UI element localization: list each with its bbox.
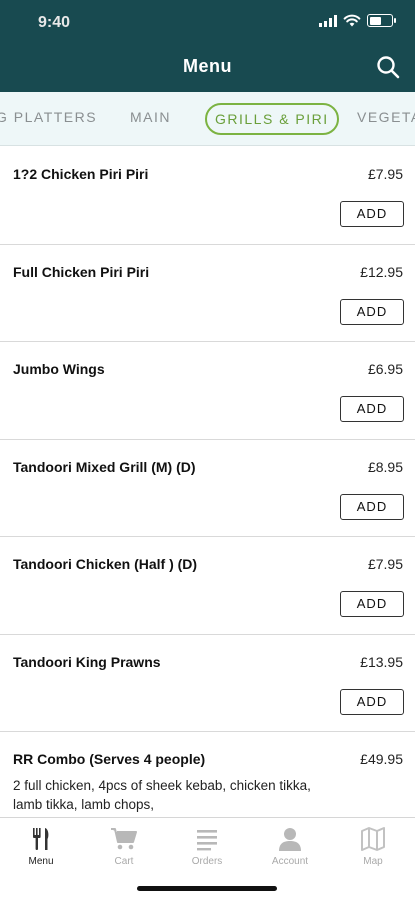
tab-main[interactable]: MAIN — [130, 109, 171, 125]
item-price: £13.95 — [360, 653, 403, 670]
menu-item[interactable]: Tandoori Chicken (Half ) (D) £7.95 ADD — [0, 537, 415, 635]
item-name: Jumbo Wings — [13, 361, 105, 377]
account-icon — [279, 828, 301, 851]
item-name: Tandoori King Prawns — [13, 653, 161, 670]
status-icons — [319, 14, 396, 27]
tabbar-menu[interactable]: Menu — [1, 824, 81, 867]
search-icon — [377, 56, 400, 79]
add-button[interactable]: ADD — [340, 493, 404, 520]
tab-grills-piri[interactable]: GRILLS & PIRI — [205, 103, 339, 135]
tab-vegetarian[interactable]: VEGETA — [357, 109, 415, 125]
app-header: 9:40 Menu — [0, 0, 415, 92]
menu-item[interactable]: Tandoori Mixed Grill (M) (D) £8.95 ADD — [0, 440, 415, 537]
item-name: 1?2 Chicken Piri Piri — [13, 166, 149, 182]
menu-item[interactable]: Tandoori King Prawns £13.95 ADD — [0, 635, 415, 732]
item-price: £6.95 — [367, 361, 403, 377]
cart-icon — [111, 828, 137, 850]
menu-item[interactable]: 1?2 Chicken Piri Piri £7.95 ADD — [0, 147, 415, 245]
item-name: Full Chicken Piri Piri — [13, 263, 150, 280]
home-indicator — [137, 886, 277, 891]
battery-icon — [367, 14, 396, 27]
item-price: £12.95 — [360, 263, 403, 280]
wifi-icon — [343, 14, 361, 27]
item-name: RR Combo (Serves 4 people) — [13, 751, 206, 767]
add-button[interactable]: ADD — [340, 396, 404, 422]
menu-item[interactable]: RR Combo (Serves 4 people) £49.95 2 full… — [0, 732, 415, 817]
fork-knife-icon — [33, 828, 49, 850]
status-time: 9:40 — [38, 14, 71, 31]
tabbar-label: Menu — [28, 856, 54, 867]
orders-list-icon — [197, 830, 217, 851]
menu-item[interactable]: Jumbo Wings £6.95 ADD — [0, 342, 415, 440]
tabbar-map[interactable]: Map — [333, 824, 413, 867]
add-button[interactable]: ADD — [340, 688, 404, 715]
item-name: Tandoori Mixed Grill (M) (D) — [13, 458, 196, 475]
add-button[interactable]: ADD — [340, 201, 404, 227]
add-button[interactable]: ADD — [340, 298, 404, 325]
item-description: 2 full chicken, 4pcs of sheek kebab, chi… — [13, 778, 311, 812]
page-title: Menu — [183, 56, 232, 76]
menu-item[interactable]: Full Chicken Piri Piri £12.95 ADD — [0, 245, 415, 342]
tab-platters[interactable]: G PLATTERS — [0, 109, 97, 125]
tabbar-cart[interactable]: Cart — [84, 824, 164, 867]
tabbar-label: Account — [271, 856, 309, 867]
tabbar-label: Orders — [191, 856, 223, 867]
tabbar-label: Map — [363, 856, 383, 867]
map-icon — [361, 827, 385, 851]
signal-icon — [319, 14, 337, 27]
search-button[interactable] — [373, 52, 403, 82]
menu-items-list: 1?2 Chicken Piri Piri £7.95 ADD Full Chi… — [0, 147, 415, 817]
tabbar-label: Cart — [114, 856, 134, 867]
item-name: Tandoori Chicken (Half ) (D) — [13, 556, 198, 572]
item-price: £7.95 — [367, 166, 403, 182]
category-tabs: G PLATTERS MAIN GRILLS & PIRI VEGETA — [0, 92, 415, 146]
tabbar-orders[interactable]: Orders — [167, 824, 247, 867]
item-price: £8.95 — [367, 458, 403, 475]
add-button[interactable]: ADD — [340, 591, 404, 617]
item-price: £49.95 — [360, 751, 403, 767]
tabbar-account[interactable]: Account — [250, 824, 330, 867]
item-price: £7.95 — [367, 556, 403, 572]
